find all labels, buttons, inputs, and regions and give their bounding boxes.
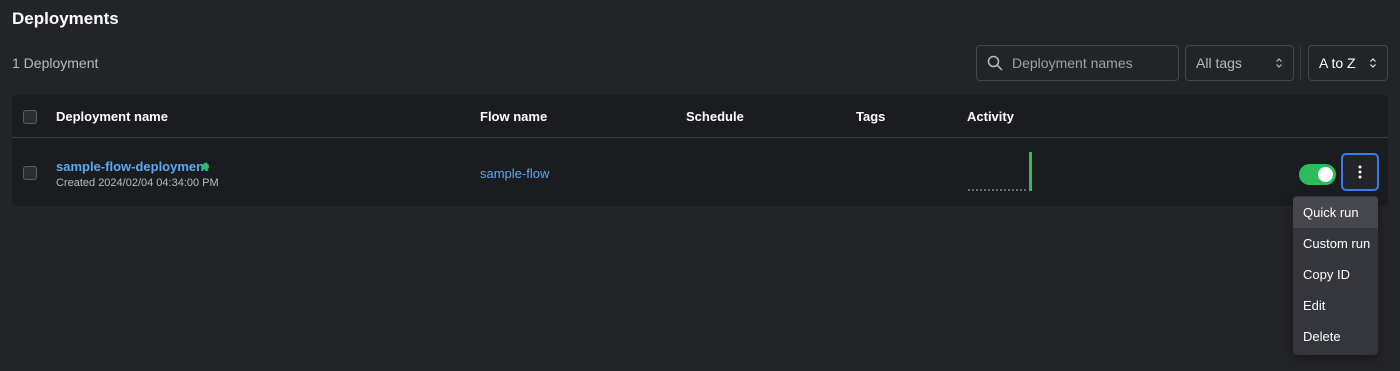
search-box[interactable]: [976, 45, 1179, 81]
menu-item-custom-run[interactable]: Custom run: [1293, 228, 1378, 259]
activity-run-bar: [1029, 152, 1032, 191]
chevron-up-down-icon: [1276, 58, 1282, 68]
table-header: Deployment name Flow name Schedule Tags …: [12, 95, 1388, 138]
deployment-name-link[interactable]: sample-flow-deployment: [56, 159, 208, 174]
column-flow-name[interactable]: Flow name: [480, 109, 547, 124]
table-row: sample-flow-deployment Created 2024/02/0…: [12, 139, 1388, 206]
deployment-enabled-toggle[interactable]: [1299, 164, 1336, 185]
activity-sparkline: [968, 152, 1032, 191]
sort-select-value: A to Z: [1319, 55, 1356, 71]
column-schedule[interactable]: Schedule: [686, 109, 744, 124]
status-indicator: [202, 163, 209, 170]
toolbar-divider: [1300, 45, 1301, 81]
toggle-knob: [1318, 167, 1333, 182]
menu-item-edit[interactable]: Edit: [1293, 290, 1378, 321]
row-checkbox[interactable]: [23, 166, 37, 180]
chevron-up-down-icon: [1370, 58, 1376, 68]
more-vertical-icon: [1358, 165, 1362, 179]
created-timestamp: Created 2024/02/04 04:34:00 PM: [56, 177, 219, 189]
sort-select[interactable]: A to Z: [1308, 45, 1388, 81]
menu-item-quick-run[interactable]: Quick run: [1293, 197, 1378, 228]
search-input[interactable]: [1012, 55, 1162, 71]
flow-name-link[interactable]: sample-flow: [480, 166, 549, 181]
row-actions-menu: Quick run Custom run Copy ID Edit Delete: [1293, 196, 1378, 355]
deployments-table: Deployment name Flow name Schedule Tags …: [12, 95, 1388, 206]
row-actions-button[interactable]: [1341, 153, 1379, 191]
menu-item-delete[interactable]: Delete: [1293, 321, 1378, 352]
column-tags[interactable]: Tags: [856, 109, 885, 124]
search-icon: [987, 55, 1003, 71]
deployment-count: 1 Deployment: [12, 55, 99, 71]
column-deployment-name[interactable]: Deployment name: [56, 109, 168, 124]
select-all-checkbox[interactable]: [23, 110, 37, 124]
page-title: Deployments: [12, 9, 119, 28]
tags-select-value: All tags: [1196, 55, 1242, 71]
menu-item-copy-id[interactable]: Copy ID: [1293, 259, 1378, 290]
tags-select[interactable]: All tags: [1185, 45, 1294, 81]
column-activity: Activity: [967, 109, 1014, 124]
